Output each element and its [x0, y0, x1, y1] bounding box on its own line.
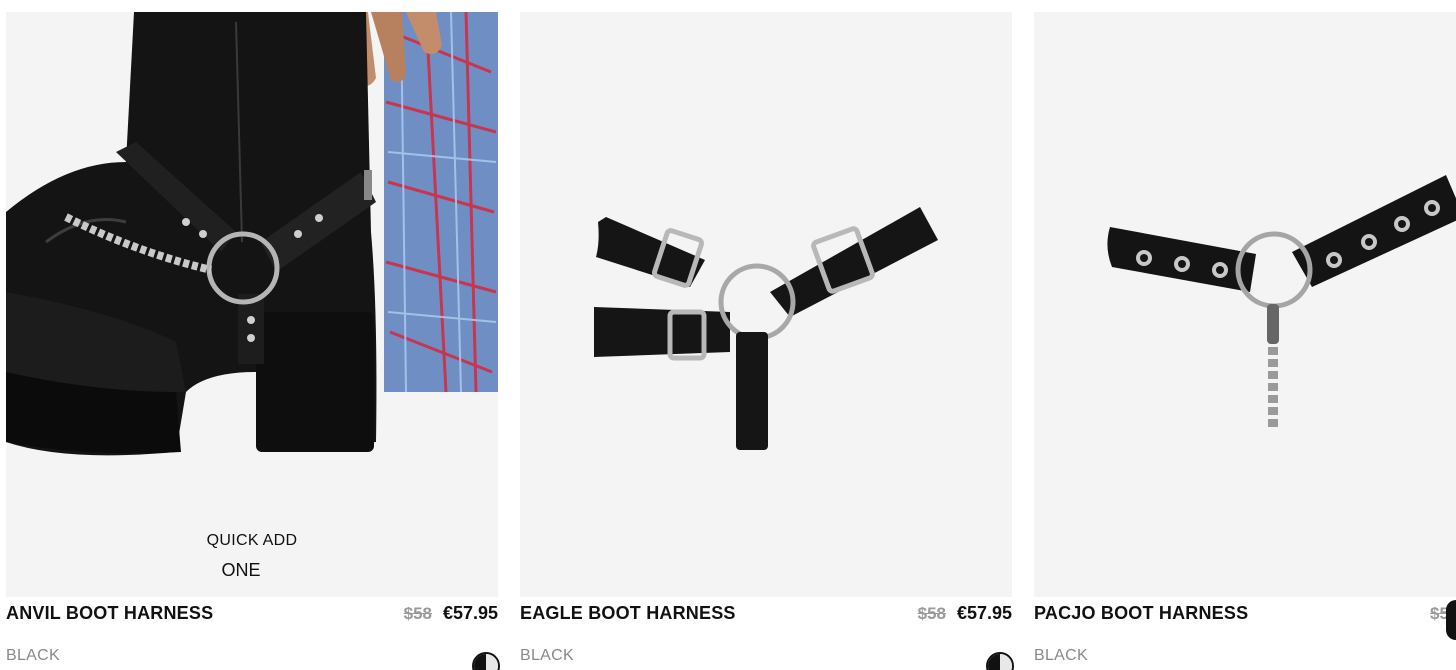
- product-color: BLACK: [520, 647, 574, 664]
- pacjo-harness-image: [1107, 175, 1456, 427]
- product-image[interactable]: [520, 12, 1012, 597]
- original-price: $58: [917, 604, 946, 623]
- product-color: BLACK: [1034, 647, 1088, 664]
- product-card[interactable]: QUICK ADD ONE ANVIL BOOT HARNESS $58 €57…: [6, 12, 500, 670]
- product-color: BLACK: [6, 647, 60, 664]
- size-option-one[interactable]: ONE: [211, 560, 271, 581]
- original-price: $58: [403, 604, 432, 623]
- product-name[interactable]: ANVIL BOOT HARNESS: [6, 603, 213, 624]
- sale-price: €57.95: [442, 603, 498, 623]
- boot-harness-image: [6, 12, 498, 456]
- product-image[interactable]: [1034, 12, 1456, 597]
- color-swatch-icon[interactable]: [986, 652, 1014, 670]
- product-image[interactable]: QUICK ADD ONE: [6, 12, 498, 597]
- product-card[interactable]: PACJO BOOT HARNESS $5 BLACK: [1034, 12, 1456, 664]
- sale-price: €57.95: [956, 603, 1012, 623]
- product-name[interactable]: EAGLE BOOT HARNESS: [520, 603, 736, 624]
- eagle-harness-image: [594, 207, 938, 450]
- product-name[interactable]: PACJO BOOT HARNESS: [1034, 603, 1248, 624]
- product-card[interactable]: EAGLE BOOT HARNESS $58 €57.95 BLACK: [520, 12, 1014, 670]
- color-swatch-icon[interactable]: [472, 652, 500, 670]
- side-drawer-button[interactable]: [1446, 600, 1456, 640]
- quick-add-label: QUICK ADD: [206, 532, 298, 549]
